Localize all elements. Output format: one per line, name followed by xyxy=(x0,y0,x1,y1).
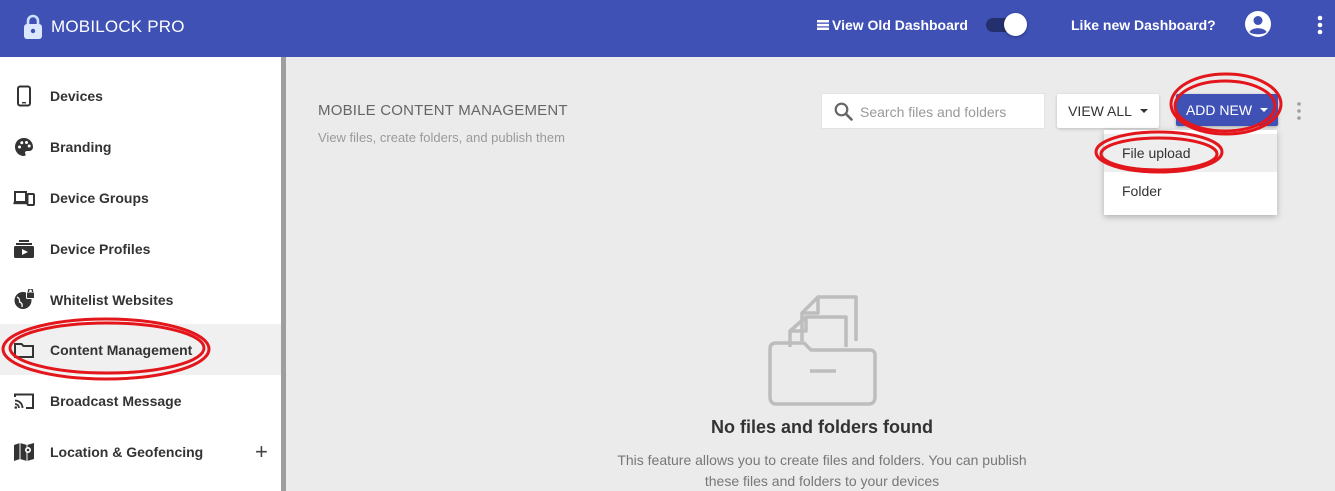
add-new-label: ADD NEW xyxy=(1185,102,1253,118)
add-new-button[interactable]: ADD NEW xyxy=(1176,94,1278,126)
sidebar-divider[interactable] xyxy=(281,57,286,491)
sidebar: Devices Branding Device Groups Device Pr… xyxy=(0,57,281,491)
sidebar-item-device-groups[interactable]: Device Groups xyxy=(0,172,281,223)
menu-item-file-upload[interactable]: File upload xyxy=(1104,134,1277,172)
globe-lock-icon xyxy=(14,288,35,309)
like-new-dashboard-link[interactable]: Like new Dashboard? xyxy=(1071,17,1216,33)
search-box[interactable] xyxy=(821,93,1045,129)
view-old-dashboard-link[interactable]: View Old Dashboard xyxy=(817,17,968,33)
lock-icon xyxy=(24,14,42,39)
dashboard-toggle[interactable] xyxy=(986,12,1030,36)
view-all-button[interactable]: VIEW ALL xyxy=(1057,94,1159,128)
app-title: MOBILOCK PRO xyxy=(51,17,185,36)
sidebar-item-content-management[interactable]: Content Management xyxy=(0,324,281,375)
map-icon xyxy=(14,442,34,461)
sidebar-item-location-geofencing[interactable]: Location & Geofencing + xyxy=(0,426,281,477)
empty-state-description: This feature allows you to create files … xyxy=(600,450,1044,491)
devices-icon xyxy=(13,190,35,206)
sidebar-item-devices[interactable]: Devices xyxy=(0,70,281,121)
palette-icon xyxy=(15,137,33,156)
add-new-dropdown-menu: File upload Folder xyxy=(1104,130,1277,215)
sidebar-item-broadcast-message[interactable]: Broadcast Message xyxy=(0,375,281,426)
list-icon xyxy=(817,20,829,30)
sidebar-item-label: Location & Geofencing xyxy=(50,443,204,460)
sidebar-item-device-profiles[interactable]: Device Profiles xyxy=(0,223,281,274)
view-all-label: VIEW ALL xyxy=(1068,103,1132,119)
more-vert-icon[interactable] xyxy=(1313,13,1327,37)
menu-item-folder[interactable]: Folder xyxy=(1104,172,1277,210)
sidebar-item-branding[interactable]: Branding xyxy=(0,121,281,172)
more-vert-icon[interactable] xyxy=(1292,100,1306,122)
empty-state-line: This feature allows you to create files … xyxy=(617,452,1027,468)
folder-icon xyxy=(14,342,34,358)
empty-state-title: No files and folders found xyxy=(710,417,933,437)
sidebar-item-label: Device Groups xyxy=(50,189,149,206)
page-subtitle: View files, create folders, and publish … xyxy=(318,130,565,145)
sidebar-item-label: Device Profiles xyxy=(50,240,151,257)
top-app-bar: MOBILOCK PRO View Old Dashboard Like new… xyxy=(0,0,1335,57)
search-icon xyxy=(834,102,853,121)
expand-plus-icon[interactable]: + xyxy=(255,440,268,462)
empty-folder-file-icon xyxy=(768,295,877,406)
search-input[interactable] xyxy=(860,101,1040,123)
profiles-icon xyxy=(14,239,34,258)
sidebar-item-label: Branding xyxy=(50,138,112,155)
page-title: MOBILE CONTENT MANAGEMENT xyxy=(318,102,568,119)
chevron-down-icon xyxy=(1139,109,1148,113)
brand[interactable]: MOBILOCK PRO xyxy=(22,14,185,40)
account-icon[interactable] xyxy=(1244,10,1272,38)
empty-state-line: these files and folders to your devices xyxy=(704,473,940,489)
phone-icon xyxy=(17,85,31,106)
chevron-down-icon xyxy=(1260,108,1269,112)
view-old-dashboard-label: View Old Dashboard xyxy=(832,17,968,33)
cast-icon xyxy=(14,393,34,409)
sidebar-item-label: Content Management xyxy=(50,341,193,358)
sidebar-item-label: Broadcast Message xyxy=(50,392,182,409)
toggle-knob xyxy=(1004,13,1027,36)
sidebar-item-whitelist-websites[interactable]: Whitelist Websites xyxy=(0,274,281,325)
sidebar-item-label: Whitelist Websites xyxy=(50,291,174,308)
sidebar-item-label: Devices xyxy=(50,87,103,104)
